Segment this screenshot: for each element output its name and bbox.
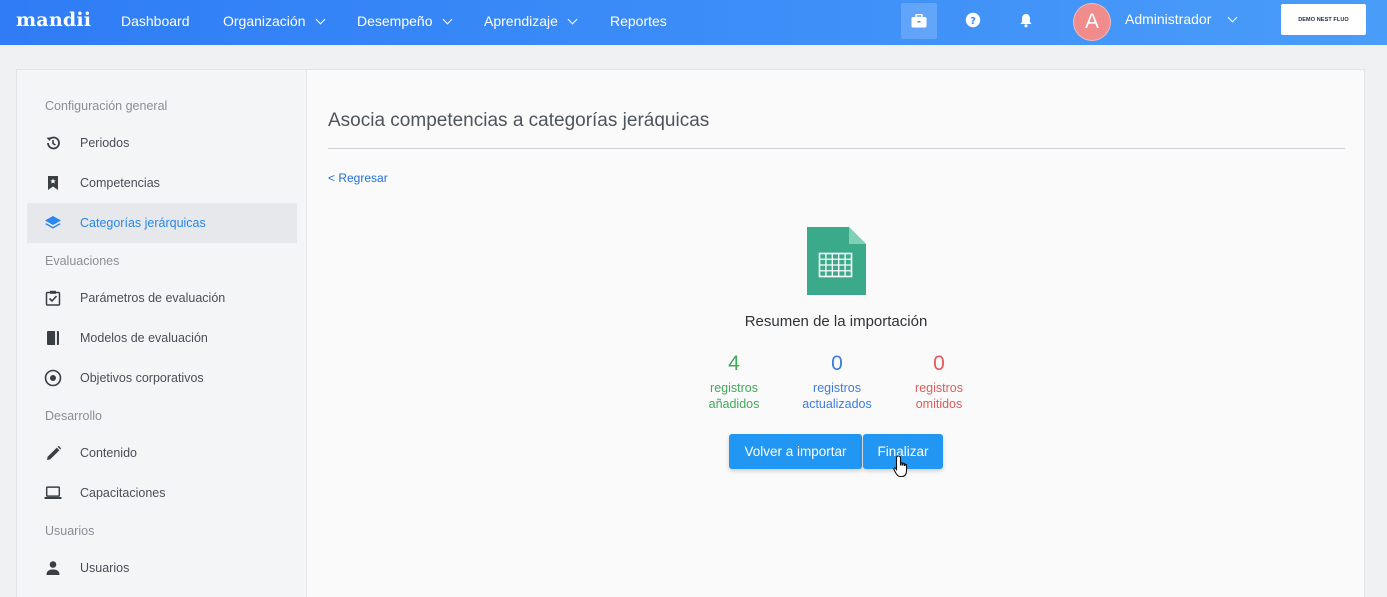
chevron-down-icon (442, 14, 452, 24)
sidebar-item-modelos[interactable]: Modelos de evaluación (27, 318, 297, 358)
nav-dashboard-label: Dashboard (121, 13, 190, 29)
briefcase-icon (911, 14, 927, 28)
nav-reportes[interactable]: Reportes (610, 13, 667, 29)
sidebar-item-periodos[interactable]: Periodos (27, 123, 297, 163)
sidebar-item-label: Modelos de evaluación (80, 331, 208, 345)
stat-skipped-value: 0 (933, 352, 945, 375)
top-navbar: mandii Dashboard Organización Desempeño … (0, 0, 1387, 45)
sidebar-item-categorias[interactable]: Categorías jerárquicas (27, 203, 297, 243)
back-link[interactable]: < Regresar (328, 171, 388, 185)
sidebar-item-label: Usuarios (80, 561, 130, 575)
book-icon (44, 329, 62, 347)
stat-added-value: 4 (728, 352, 740, 375)
nav-organizacion-label: Organización (223, 13, 306, 29)
brand-logo[interactable]: mandii (16, 9, 91, 31)
stat-skipped-label-line1: registros (915, 381, 963, 395)
stat-updated-label-line1: registros (813, 381, 861, 395)
briefcase-button[interactable] (901, 3, 937, 39)
chevron-down-icon (315, 14, 325, 24)
nav-organizacion[interactable]: Organización (223, 13, 325, 29)
nav-dashboard[interactable]: Dashboard (121, 13, 190, 29)
sidebar-section-title: Configuración general (45, 99, 168, 113)
user-icon (44, 559, 62, 577)
company-logo[interactable]: DEMO NEST FLUO (1281, 4, 1366, 35)
sidebar-item-label: Parámetros de evaluación (80, 291, 226, 305)
help-button[interactable]: ? (955, 0, 991, 40)
bell-icon (1020, 13, 1032, 27)
sidebar-item-label: Objetivos corporativos (80, 371, 204, 385)
stat-skipped-label-line2: omitidos (915, 397, 963, 411)
hand-cursor-icon (893, 455, 908, 478)
sidebar-item-objetivos[interactable]: Objetivos corporativos (27, 358, 297, 398)
nav-reportes-label: Reportes (610, 13, 667, 29)
pencil-icon (44, 444, 62, 462)
stat-updated-value: 0 (831, 352, 843, 375)
sidebar-item-usuarios[interactable]: Usuarios (27, 548, 297, 588)
target-icon (44, 369, 62, 387)
chevron-down-icon (1227, 12, 1238, 22)
stat-added-label-line1: registros (710, 381, 758, 395)
stat-added: 4 registros añadidos (684, 352, 784, 412)
layers-icon (44, 214, 62, 232)
sidebar-item-label: Competencias (80, 176, 160, 190)
nav-aprendizaje[interactable]: Aprendizaje (484, 13, 578, 29)
sidebar-item-label: Categorías jerárquicas (80, 216, 206, 230)
user-menu[interactable]: Administrador (1125, 11, 1238, 27)
sidebar-item-label: Contenido (80, 446, 137, 460)
sidebar-section-title: Usuarios (45, 524, 95, 538)
spreadsheet-file-icon (807, 227, 866, 295)
page-title: Asocia competencias a categorías jeráqui… (328, 110, 710, 131)
avatar[interactable]: A (1073, 3, 1111, 41)
sidebar-item-contenido[interactable]: Contenido (27, 433, 297, 473)
sidebar-item-capacitaciones[interactable]: Capacitaciones (27, 473, 297, 513)
stat-updated: 0 registros actualizados (787, 352, 887, 412)
help-icon: ? (965, 12, 981, 28)
stat-updated-label-line2: actualizados (802, 397, 872, 411)
nav-desempeno-label: Desempeño (357, 13, 433, 29)
history-icon (44, 134, 62, 152)
sidebar-section-title: Evaluaciones (45, 254, 120, 268)
summary-title: Resumen de la importación (744, 313, 928, 330)
stat-added-label-line2: añadidos (708, 397, 760, 411)
stat-skipped: 0 registros omitidos (889, 352, 989, 412)
sidebar-section-title: Desarrollo (45, 409, 102, 423)
title-divider (328, 148, 1345, 149)
chevron-down-icon (567, 14, 578, 24)
sidebar-item-label: Capacitaciones (80, 486, 166, 500)
checkbox-icon (44, 289, 62, 307)
nav-aprendizaje-label: Aprendizaje (484, 13, 558, 29)
avatar-initial: A (1084, 10, 1099, 33)
reimport-button[interactable]: Volver a importar (729, 434, 862, 469)
sidebar-item-label: Periodos (80, 136, 130, 150)
laptop-icon (44, 484, 62, 502)
user-name-label: Administrador (1125, 11, 1212, 27)
notifications-button[interactable] (1008, 0, 1044, 40)
nav-desempeno[interactable]: Desempeño (357, 13, 452, 29)
sidebar: Configuración general Periodos Competenc… (17, 70, 307, 597)
company-logo-text: DEMO NEST FLUO (1298, 16, 1349, 23)
sidebar-item-parametros[interactable]: Parámetros de evaluación (27, 278, 297, 318)
svg-text:?: ? (970, 16, 976, 27)
bookmark-star-icon (44, 174, 62, 192)
sidebar-item-competencias[interactable]: Competencias (27, 163, 297, 203)
